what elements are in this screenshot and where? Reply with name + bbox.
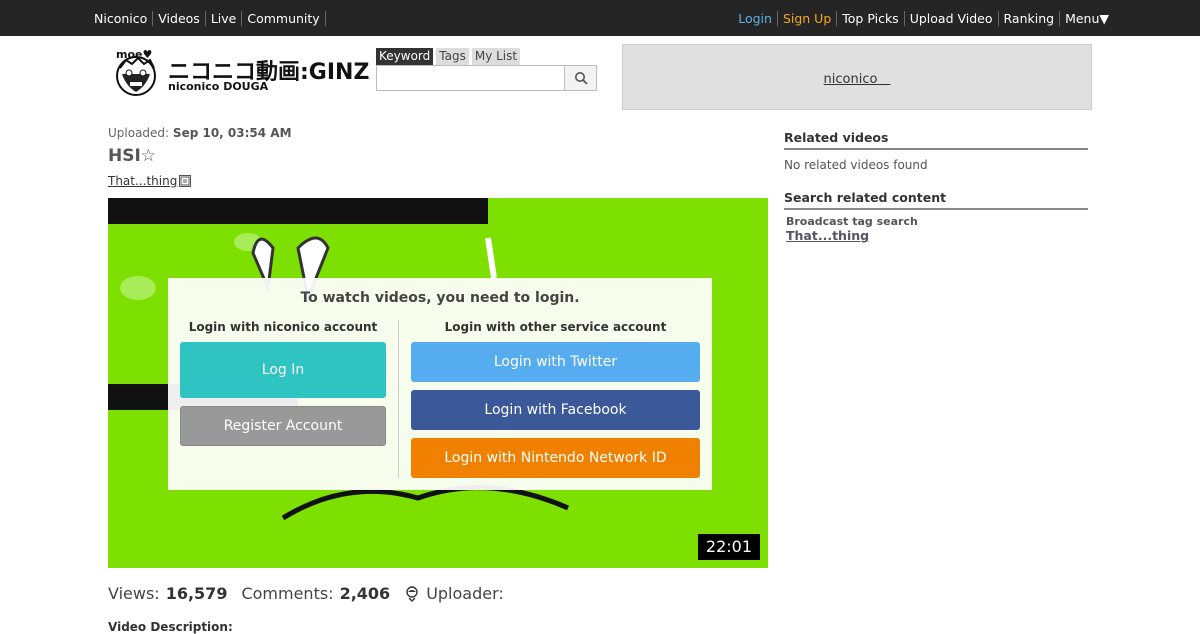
nav-signup-link[interactable]: Sign Up	[778, 10, 838, 26]
site-logo[interactable]: moe♥ ニコニコ動画:GINZA niconico DOUGA	[112, 46, 386, 98]
ad-link[interactable]: niconico	[824, 68, 891, 87]
nav-top-picks[interactable]: Top Picks	[837, 10, 905, 26]
site-nav-left: Niconico Videos Live Community	[94, 0, 326, 36]
login-nintendo-button[interactable]: Login with Nintendo Network ID	[411, 438, 700, 478]
login-required-dialog: To watch videos, you need to login. Logi…	[168, 278, 712, 490]
search-box: Keyword Tags My List	[376, 48, 598, 91]
video-tag-link[interactable]: That...thing	[108, 174, 177, 188]
svg-text:niconico DOUGA: niconico DOUGA	[168, 80, 269, 93]
top-navigation-bar: Niconico Videos Live Community Login Sig…	[0, 0, 1200, 36]
video-tag[interactable]: That...thing	[108, 174, 192, 188]
login-twitter-button[interactable]: Login with Twitter	[411, 342, 700, 382]
search-related-heading: Search related content	[784, 190, 1088, 210]
register-account-button[interactable]: Register Account	[180, 406, 386, 446]
video-description-label: Video Description:	[108, 620, 233, 634]
video-stats: Views: 16,579 Comments: 2,406 Uploader:	[108, 584, 504, 603]
tab-tags[interactable]: Tags	[436, 48, 469, 65]
video-title: HSI☆	[108, 146, 157, 166]
nav-menu[interactable]: Menu▼	[1060, 11, 1109, 26]
sidebar: Related videos No related videos found S…	[784, 130, 1088, 243]
svg-text:moe♥: moe♥	[116, 48, 152, 61]
nav-login-link[interactable]: Login	[733, 10, 778, 26]
nav-community[interactable]: Community	[242, 10, 326, 26]
related-videos-empty: No related videos found	[784, 158, 928, 172]
video-player[interactable]: To watch videos, you need to login. Logi…	[108, 198, 768, 568]
nav-upload-video[interactable]: Upload Video	[905, 10, 999, 26]
search-tabs: Keyword Tags My List	[376, 48, 598, 65]
upload-date-value: Sep 10, 03:54 AM	[172, 126, 292, 140]
nav-niconico[interactable]: Niconico	[94, 10, 154, 26]
dictionary-icon[interactable]	[179, 175, 192, 187]
upload-date: Uploaded: Sep 10, 03:54 AM	[108, 126, 292, 140]
upload-date-label: Uploaded:	[108, 126, 170, 140]
mascot-icon	[116, 56, 156, 96]
nav-live[interactable]: Live	[206, 10, 243, 26]
uploader-label: Uploader:	[426, 584, 504, 603]
related-videos-heading: Related videos	[784, 130, 1088, 150]
site-nav-right: Login Sign Up Top Picks Upload Video Ran…	[733, 0, 1109, 36]
user-icon	[404, 585, 420, 602]
nav-ranking[interactable]: Ranking	[999, 10, 1061, 26]
tab-keyword[interactable]: Keyword	[376, 48, 434, 65]
ad-banner[interactable]: niconico	[622, 44, 1092, 110]
video-duration: 22:01	[697, 534, 760, 560]
search-icon	[574, 72, 588, 85]
comments-label: Comments:	[241, 584, 334, 603]
login-divider	[398, 320, 399, 478]
login-required-message: To watch videos, you need to login.	[300, 290, 580, 306]
search-input[interactable]	[376, 65, 565, 91]
broadcast-tag-search-label: Broadcast tag search	[786, 215, 918, 228]
login-button[interactable]: Log In	[180, 342, 386, 398]
views-count: 16,579	[165, 584, 228, 603]
sidebar-tag-link[interactable]: That...thing	[786, 228, 1088, 243]
views-label: Views:	[108, 584, 160, 603]
tab-my-list[interactable]: My List	[471, 48, 521, 65]
niconico-login-heading: Login with niconico account	[188, 320, 378, 334]
other-login-heading: Login with other service account	[444, 320, 667, 334]
search-button[interactable]	[565, 65, 597, 91]
nav-videos[interactable]: Videos	[153, 10, 206, 26]
login-facebook-button[interactable]: Login with Facebook	[411, 390, 700, 430]
comments-count: 2,406	[339, 584, 391, 603]
